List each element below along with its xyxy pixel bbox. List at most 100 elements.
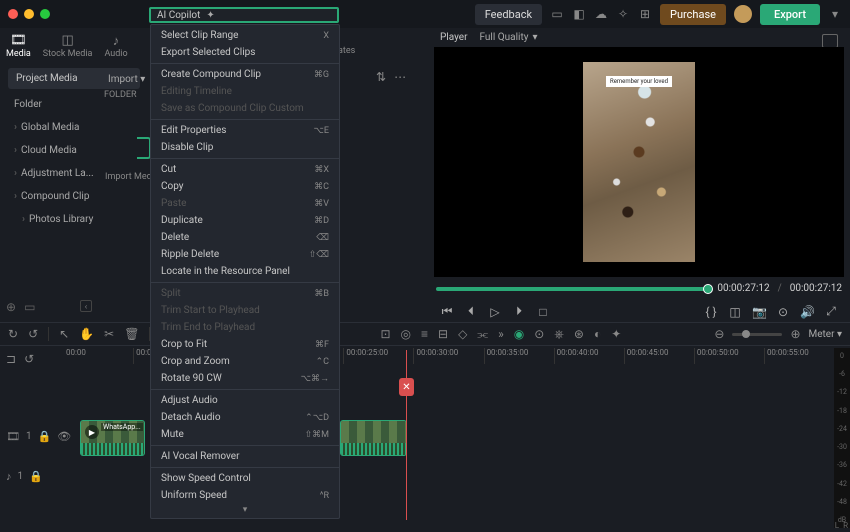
meter-dropdown[interactable]: Meter ▾ — [809, 329, 843, 340]
crop-tool-icon[interactable]: ⊟ — [438, 327, 448, 341]
device-icon[interactable]: ▭ — [550, 7, 564, 21]
menu-item-mute[interactable]: Mute⇧⌘M — [151, 426, 339, 443]
pointer-icon[interactable]: ↖ — [59, 327, 69, 341]
cloud-icon[interactable]: ☁ — [594, 7, 608, 21]
marker-icon[interactable]: ⊙ — [776, 305, 790, 319]
menu-item-create-compound-clip[interactable]: Create Compound Clip⌘G — [151, 66, 339, 83]
import-dropdown[interactable]: Import ▾ — [108, 74, 145, 85]
prev-frame-icon[interactable]: ⏮ — [440, 304, 454, 319]
ai-icon[interactable]: ◉ — [514, 327, 524, 341]
menu-item-show-speed-control[interactable]: Show Speed Control — [151, 470, 339, 487]
stop-icon[interactable]: □ — [536, 305, 550, 319]
bin-icon[interactable]: ▭ — [24, 300, 35, 314]
menu-item-delete[interactable]: Delete⌫ — [151, 229, 339, 246]
target-icon[interactable]: ◎ — [401, 327, 411, 341]
compare-icon[interactable]: ◫ — [728, 305, 742, 319]
trash-icon[interactable]: 🗑 — [124, 327, 139, 341]
menu-item-duplicate[interactable]: Duplicate⌘D — [151, 212, 339, 229]
minimize-window[interactable] — [24, 9, 34, 19]
lock-icon[interactable]: 🔒 — [29, 470, 43, 483]
tab-audio[interactable]: ♪ Audio — [104, 34, 127, 59]
add-folder-edge[interactable] — [137, 137, 151, 159]
zoom-out-icon[interactable]: ⊖ — [714, 327, 724, 341]
zoom-thumb[interactable] — [742, 330, 750, 338]
menu-item-locate-in-the-resource-panel[interactable]: Locate in the Resource Panel — [151, 263, 339, 280]
record-icon[interactable]: ⊙ — [534, 327, 544, 341]
new-bin-icon[interactable]: ⊕ — [6, 300, 16, 314]
lock-icon[interactable]: 🔒 — [38, 430, 52, 443]
tab-media[interactable]: 🎞 Media — [6, 34, 31, 59]
sidebar-item-compound[interactable]: Compound Clip — [0, 185, 148, 208]
player-quality-dropdown[interactable]: Full Quality ▾ — [479, 32, 537, 43]
hand-icon[interactable]: ✋ — [79, 327, 94, 341]
maximize-window[interactable] — [40, 9, 50, 19]
purchase-button[interactable]: Purchase — [660, 4, 726, 25]
cut-tool-icon[interactable]: ✂ — [104, 327, 114, 341]
fit-icon[interactable]: ⊡ — [380, 327, 390, 341]
help-icon[interactable]: ✧ — [616, 7, 630, 21]
menu-item-ai-vocal-remover[interactable]: AI Vocal Remover — [151, 448, 339, 465]
tab-stock-media[interactable]: ◫ Stock Media — [43, 34, 93, 59]
menu-item-rotate-90-cw[interactable]: Rotate 90 CW⌥⌘→ — [151, 370, 339, 387]
menu-more-indicator[interactable]: ▾ — [151, 504, 339, 516]
mute-icon[interactable]: 👁 — [57, 430, 71, 443]
fullscreen-icon[interactable]: ⤢ — [824, 304, 838, 319]
braces-icon[interactable]: { } — [704, 305, 718, 319]
player-viewport[interactable]: Remember your loved — [434, 47, 844, 277]
menu-item-adjust-audio[interactable]: Adjust Audio — [151, 392, 339, 409]
snapshot-icon[interactable]: 📷 — [752, 305, 766, 319]
zoom-in-icon[interactable]: ⊕ — [790, 327, 800, 341]
sidebar-item-photos[interactable]: Photos Library — [0, 208, 148, 231]
step-back-icon[interactable]: ⏴ — [464, 304, 478, 319]
menu-item-crop-and-zoom[interactable]: Crop and Zoom⌃C — [151, 353, 339, 370]
collapse-panel-icon[interactable]: ‹ — [80, 300, 92, 312]
scrub-track[interactable] — [436, 287, 709, 291]
play-icon[interactable]: ▷ — [488, 305, 502, 319]
undo-icon[interactable]: ↺ — [28, 327, 38, 341]
menu-item-detach-audio[interactable]: Detach Audio⌃⌥D — [151, 409, 339, 426]
menu-item-uniform-speed[interactable]: Uniform Speed^R — [151, 487, 339, 504]
menu-item-disable-clip[interactable]: Disable Clip — [151, 139, 339, 156]
menu-item-ripple-delete[interactable]: Ripple Delete⇧⌫ — [151, 246, 339, 263]
next-icon[interactable]: » — [498, 327, 504, 341]
playhead[interactable]: ✕ — [406, 350, 407, 520]
magnet-icon[interactable]: ⊐ — [6, 352, 16, 366]
ai-copilot-field[interactable]: AI Copilot ✦ — [149, 7, 339, 23]
filter-icon[interactable]: ⇅ — [376, 70, 386, 84]
eq-icon[interactable]: ≡ — [421, 327, 428, 341]
effects-icon[interactable]: ✦ — [611, 327, 621, 341]
audio-track-header[interactable]: ♪ 1 🔒 — [6, 470, 62, 483]
avatar[interactable] — [734, 5, 752, 23]
more-icon[interactable]: ⋯ — [394, 70, 406, 84]
menu-item-export-selected-clips[interactable]: Export Selected Clips — [151, 44, 339, 61]
player-expand-icon[interactable] — [822, 34, 838, 48]
timeline-clip-1[interactable]: ▶ WhatsApp... — [80, 420, 145, 456]
scrub-thumb[interactable] — [703, 284, 713, 294]
step-fwd-icon[interactable]: ⏵ — [512, 304, 526, 319]
menu-item-edit-properties[interactable]: Edit Properties⌥E — [151, 122, 339, 139]
redo-icon[interactable]: ↻ — [8, 327, 18, 341]
sidebar-item-global[interactable]: Global Media — [0, 116, 148, 139]
feedback-button[interactable]: Feedback — [475, 4, 542, 25]
loop-icon[interactable]: ↺ — [24, 352, 34, 366]
close-window[interactable] — [8, 9, 18, 19]
menu-item-crop-to-fit[interactable]: Crop to Fit⌘F — [151, 336, 339, 353]
grid-icon[interactable]: ⊞ — [638, 7, 652, 21]
export-dropdown-icon[interactable]: ▾ — [828, 7, 842, 21]
mix-icon[interactable]: ⎈ — [554, 327, 564, 342]
volume-icon[interactable]: 🔊 — [800, 305, 814, 319]
sidebar-item-cloud[interactable]: Cloud Media — [0, 139, 148, 162]
video-track-header[interactable]: 🎞 1 🔒 👁 — [6, 430, 62, 443]
keyframe-icon[interactable]: ◇ — [458, 327, 467, 341]
menu-item-cut[interactable]: Cut⌘X — [151, 161, 339, 178]
zoom-slider[interactable] — [732, 333, 782, 336]
layout-icon[interactable]: ◧ — [572, 7, 586, 21]
speed-icon[interactable]: ⊛ — [574, 327, 584, 341]
menu-item-copy[interactable]: Copy⌘C — [151, 178, 339, 195]
export-button[interactable]: Export — [760, 4, 820, 25]
link-icon[interactable]: ⫘ — [477, 327, 488, 342]
playhead-handle[interactable]: ✕ — [399, 378, 414, 396]
menu-item-select-clip-range[interactable]: Select Clip RangeX — [151, 27, 339, 44]
timeline-clip-2[interactable] — [340, 420, 407, 456]
color-icon[interactable]: ◐ — [594, 327, 601, 341]
